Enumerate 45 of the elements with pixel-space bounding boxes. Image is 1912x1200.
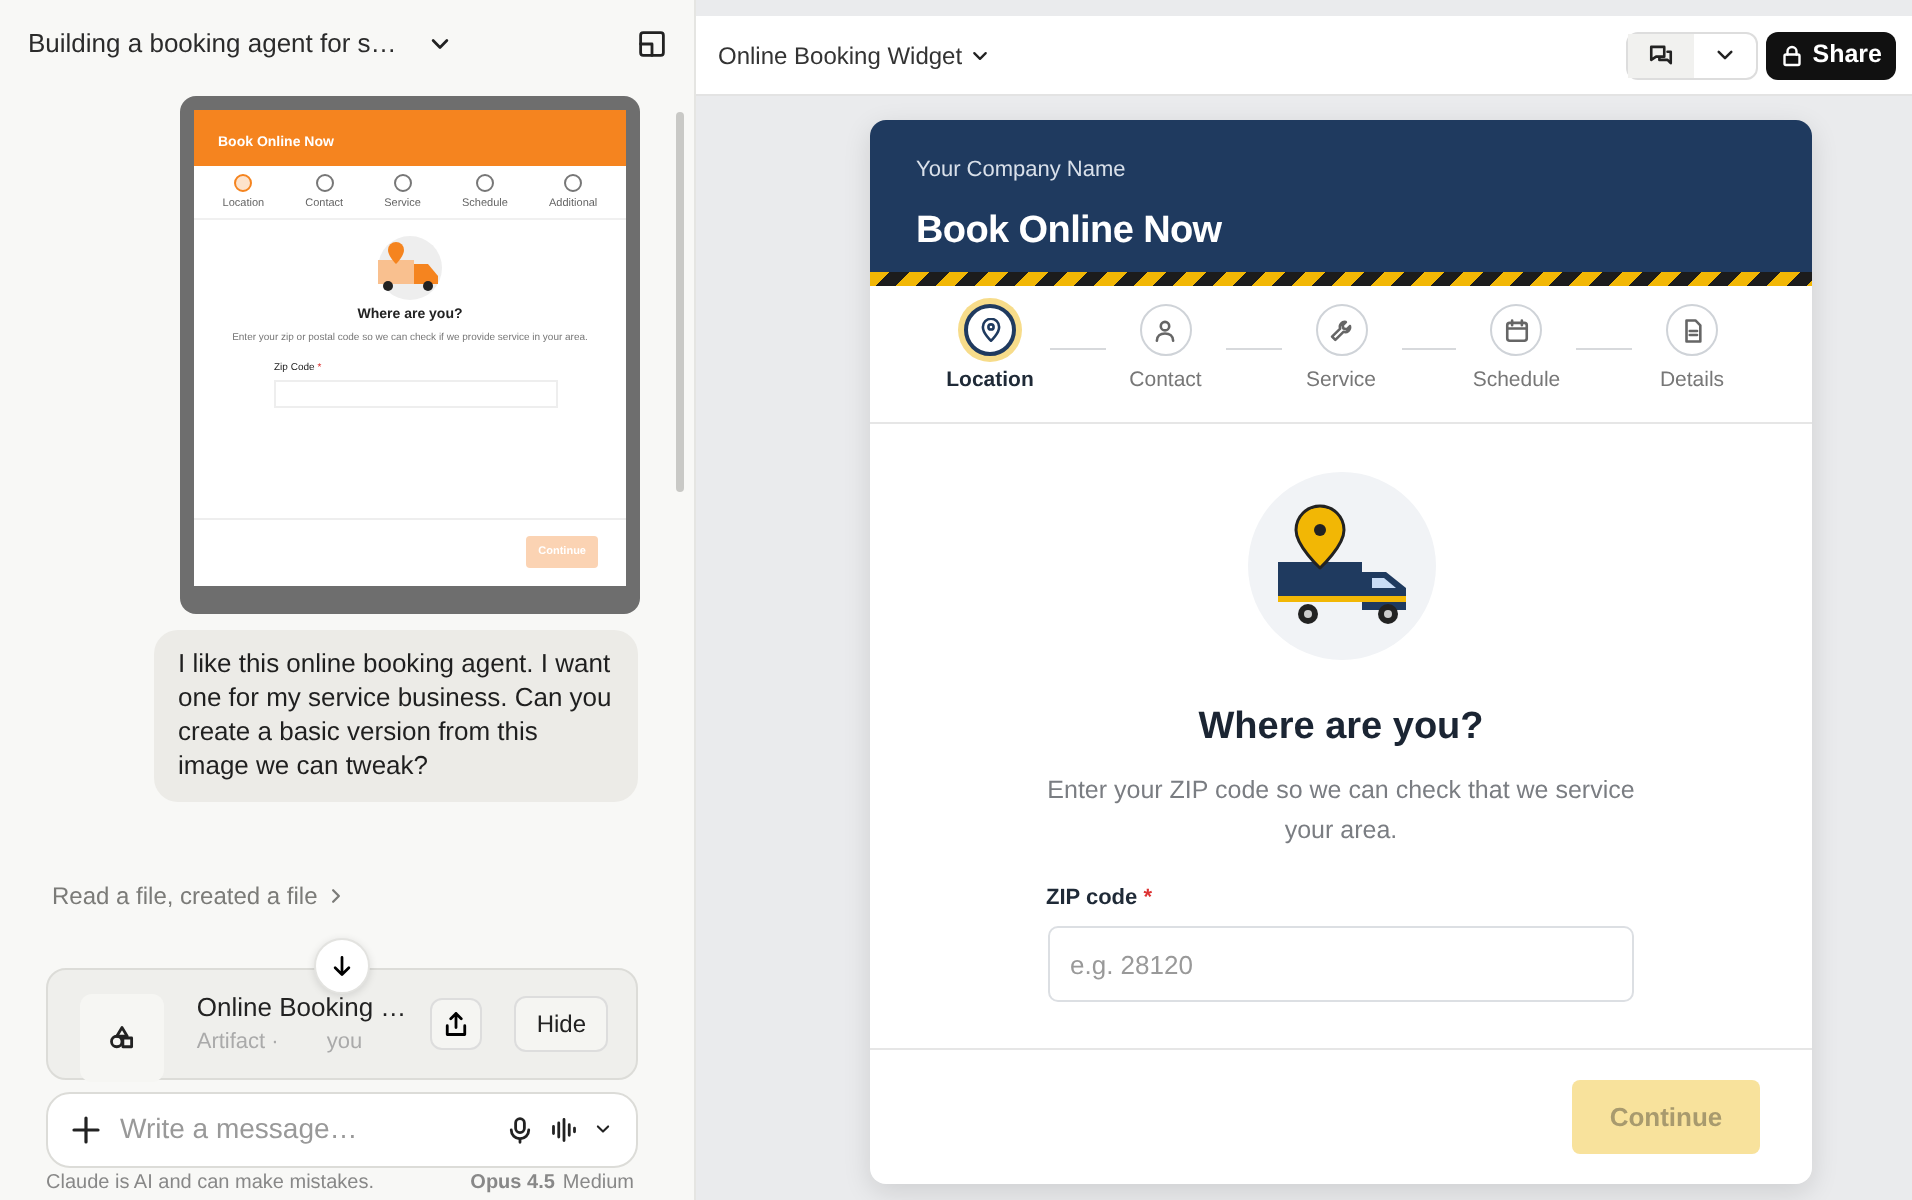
scrollbar[interactable] [676, 112, 684, 492]
disclaimer-text: Claude is AI and can make mistakes. [46, 1171, 374, 1196]
user-message: I like this online booking agent. I want one for my service business. Can you create a basic version from this image we can tweak? [154, 630, 638, 802]
hide-button[interactable]: Hide [514, 995, 608, 1052]
artifact-title: Online Booking … [196, 989, 399, 1026]
description-text: Enter your ZIP code so we can check that we service your area. [1045, 773, 1637, 848]
artifact-type: Artifact · [196, 1028, 279, 1059]
model-selector[interactable]: Opus 4.5 [470, 1171, 555, 1196]
message-composer[interactable]: Write a message… [46, 1091, 638, 1168]
wrench-icon [1328, 317, 1354, 343]
sidebar-toggle-icon[interactable] [638, 30, 666, 58]
chat-title-dropdown[interactable]: Building a booking agent for s… [28, 24, 453, 64]
scroll-down-button[interactable] [314, 938, 370, 994]
share-button[interactable] [430, 997, 483, 1050]
step-tab[interactable]: Schedule [1456, 304, 1577, 422]
voice-wave-icon[interactable] [550, 1115, 578, 1144]
chat-view-button[interactable] [1628, 33, 1695, 77]
document-icon [1679, 317, 1705, 343]
field-label: ZIP code * [1046, 883, 1152, 913]
artifact-card[interactable]: Online Booking … Artifact · you Hide [46, 967, 638, 1080]
share-button[interactable]: Share [1766, 31, 1896, 79]
step-tab[interactable]: Details [1632, 304, 1752, 422]
calendar-icon [1503, 317, 1530, 343]
step-tab[interactable]: Contact [1105, 304, 1226, 422]
arrow-down-icon [330, 954, 354, 978]
zip-code-input[interactable]: e.g. 28120 [1048, 926, 1634, 1002]
chat-bubbles-icon [1648, 42, 1675, 68]
step-tab[interactable]: Location [930, 304, 1050, 422]
person-icon [1152, 317, 1179, 343]
question-heading: Where are you? [1198, 704, 1484, 752]
shapes-icon [108, 1023, 137, 1052]
delivery-truck-drawing [1273, 504, 1409, 628]
map-pin-icon [977, 317, 1003, 343]
lock-icon [1780, 43, 1805, 67]
microphone-icon[interactable] [506, 1115, 534, 1144]
effort-selector[interactable]: Medium [562, 1171, 634, 1196]
message-input[interactable]: Write a message… [116, 1106, 490, 1153]
company-name: Your Company Name [916, 156, 1128, 186]
activity-link[interactable]: Read a file, created a file [52, 877, 318, 914]
upload-icon [442, 1009, 471, 1038]
artifact-title-dropdown[interactable]: Online Booking Widget [718, 37, 991, 73]
plus-icon[interactable] [72, 1115, 100, 1144]
step-tab[interactable]: Service [1281, 304, 1401, 422]
widget-heading: Book Online Now [916, 207, 1224, 255]
artifact-author: you [326, 1028, 363, 1059]
